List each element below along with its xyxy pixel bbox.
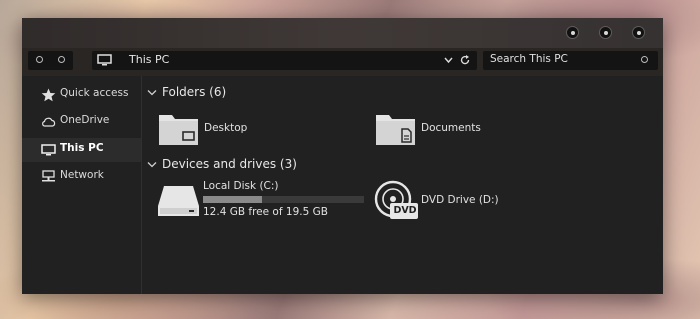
dvd-badge: DVD <box>393 205 417 216</box>
folder-label: Desktop <box>204 122 248 134</box>
title-bar[interactable] <box>22 18 663 48</box>
maximize-button[interactable] <box>600 27 611 38</box>
monitor-icon <box>97 54 112 66</box>
address-bar[interactable]: This PC <box>92 51 477 70</box>
search-box[interactable]: Search This PC <box>483 51 658 70</box>
address-text: This PC <box>129 53 170 66</box>
search-placeholder: Search This PC <box>490 53 568 65</box>
chevron-down-icon[interactable] <box>147 161 157 169</box>
desktop-folder-icon <box>159 115 198 145</box>
documents-folder-icon <box>376 115 415 145</box>
sidebar-item-label: OneDrive <box>60 114 110 126</box>
drive-tile-local-disk[interactable]: Local Disk (C:) 12.4 GB free of 19.5 GB <box>156 180 368 236</box>
sidebar-item-network[interactable]: Network <box>22 165 141 189</box>
drive-label: DVD Drive (D:) <box>421 194 499 206</box>
minimize-button[interactable] <box>567 27 578 38</box>
drive-label: Local Disk (C:) <box>203 180 279 192</box>
toolbar: This PC Search This PC <box>22 48 663 76</box>
search-icon[interactable] <box>641 56 648 63</box>
sidebar-item-onedrive[interactable]: OneDrive <box>22 110 141 134</box>
folder-label: Documents <box>421 122 481 134</box>
navigation-pane: Quick access OneDrive This PC Network <box>22 76 142 294</box>
folder-tile-desktop[interactable]: Desktop <box>158 110 278 150</box>
back-button[interactable] <box>36 56 43 63</box>
refresh-icon[interactable] <box>459 54 471 66</box>
file-explorer-window: This PC Search This PC Quick access OneD… <box>22 18 663 294</box>
group-title: Folders (6) <box>162 85 227 99</box>
drive-free-space: 12.4 GB free of 19.5 GB <box>203 206 328 218</box>
sidebar-item-quick-access[interactable]: Quick access <box>22 83 141 107</box>
drive-tile-dvd[interactable]: DVD DVD Drive (D:) <box>374 180 514 230</box>
sidebar-item-label: This PC <box>60 142 104 154</box>
sidebar-item-label: Quick access <box>60 87 129 99</box>
monitor-icon <box>41 144 56 156</box>
navigation-buttons <box>28 51 73 70</box>
drive-usage-bar <box>203 196 364 203</box>
sidebar-item-label: Network <box>60 169 104 181</box>
chevron-down-icon[interactable] <box>444 56 453 64</box>
network-icon <box>42 170 55 182</box>
close-button[interactable] <box>633 27 644 38</box>
folder-tile-documents[interactable]: Documents <box>375 110 505 150</box>
content-pane: Folders (6) Desktop Documents Devices an… <box>142 76 663 294</box>
chevron-down-icon[interactable] <box>147 89 157 97</box>
hard-disk-icon <box>158 186 199 216</box>
cloud-icon <box>42 117 56 127</box>
star-icon <box>41 88 56 102</box>
drive-usage-fill <box>203 196 262 203</box>
forward-button[interactable] <box>58 56 65 63</box>
group-title: Devices and drives (3) <box>162 157 297 171</box>
sidebar-item-this-pc[interactable]: This PC <box>22 138 141 162</box>
